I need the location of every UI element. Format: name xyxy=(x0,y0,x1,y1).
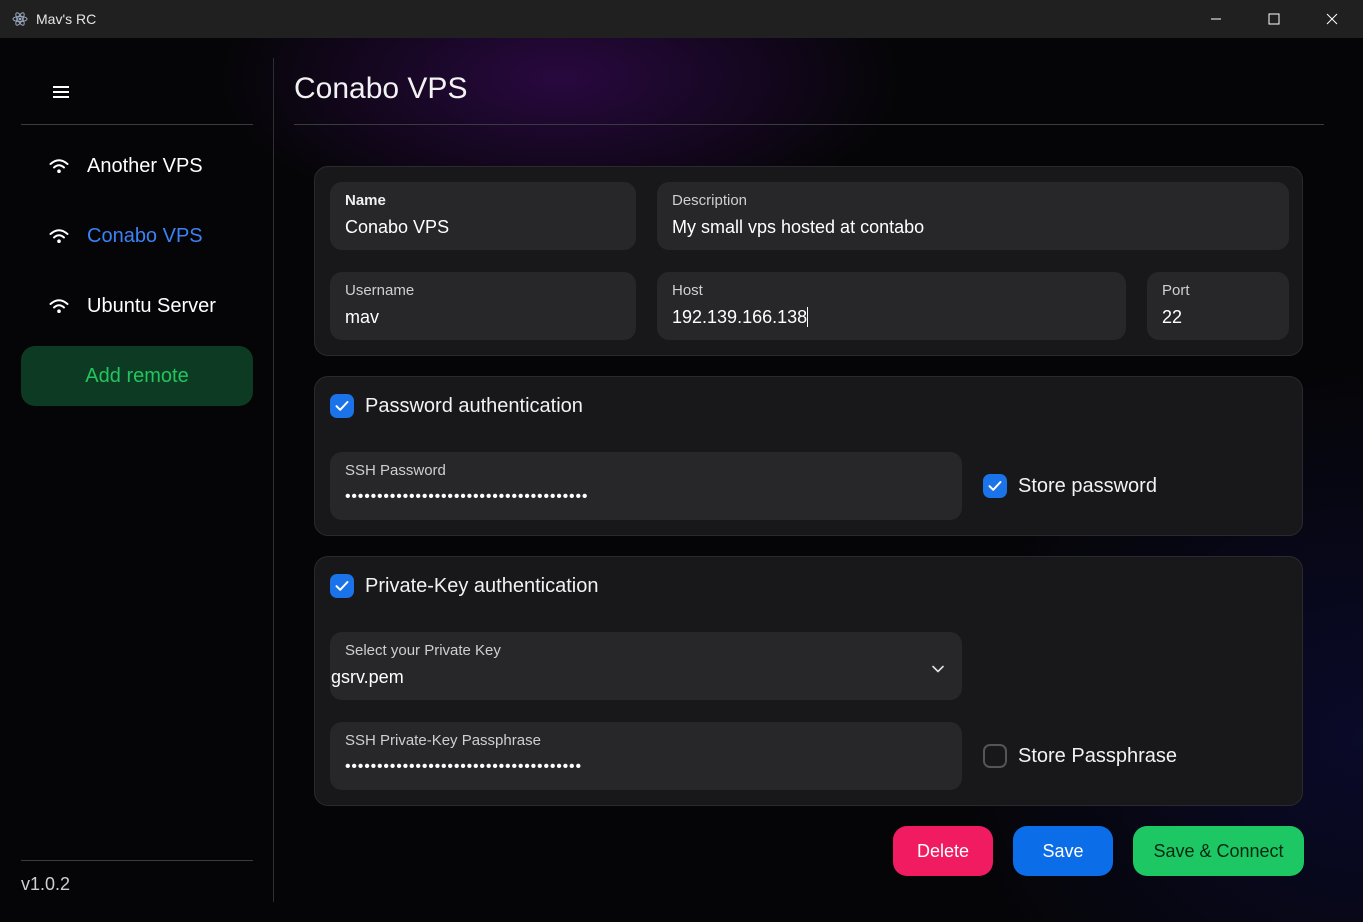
checkbox-checked-icon[interactable] xyxy=(330,574,354,598)
title-bar: Mav's RC xyxy=(0,0,1363,38)
private-key-auth-label: Private-Key authentication xyxy=(365,574,599,597)
wifi-icon xyxy=(49,157,71,175)
passphrase-label: SSH Private-Key Passphrase xyxy=(345,732,541,749)
port-field[interactable]: Port 22 xyxy=(1147,272,1289,340)
sidebar-item-ubuntu-server[interactable]: Ubuntu Server xyxy=(21,283,253,329)
ssh-password-field[interactable]: SSH Password •••••••••••••••••••••••••••… xyxy=(330,452,962,520)
save-and-connect-button[interactable]: Save & Connect xyxy=(1133,826,1304,876)
connection-card: Name Conabo VPS Description My small vps… xyxy=(314,166,1303,356)
username-label: Username xyxy=(345,282,415,299)
checkbox-unchecked-icon[interactable] xyxy=(983,744,1007,768)
wifi-icon xyxy=(49,297,71,315)
password-auth-card: Password authentication SSH Password •••… xyxy=(314,376,1303,536)
electron-icon xyxy=(12,11,28,27)
host-label: Host xyxy=(672,282,703,299)
hamburger-icon xyxy=(53,86,69,98)
sidebar-separator xyxy=(273,58,274,902)
username-field[interactable]: Username mav xyxy=(330,272,636,340)
sidebar-item-label: Ubuntu Server xyxy=(87,294,216,317)
close-button[interactable] xyxy=(1303,0,1361,38)
private-key-select-value: gsrv.pem xyxy=(331,667,404,687)
menu-button[interactable] xyxy=(47,78,75,106)
ssh-password-label: SSH Password xyxy=(345,462,446,479)
save-button[interactable]: Save xyxy=(1013,826,1113,876)
delete-button[interactable]: Delete xyxy=(893,826,993,876)
port-label: Port xyxy=(1162,282,1190,299)
wifi-icon xyxy=(49,227,71,245)
window-title: Mav's RC xyxy=(36,11,97,27)
private-key-auth-toggle[interactable]: Private-Key authentication xyxy=(330,574,598,598)
host-value-wrap: 192.139.166.138 xyxy=(672,307,809,328)
sidebar-divider xyxy=(21,124,253,125)
name-field[interactable]: Name Conabo VPS xyxy=(330,182,636,250)
passphrase-field[interactable]: SSH Private-Key Passphrase •••••••••••••… xyxy=(330,722,962,790)
store-password-label: Store password xyxy=(1018,474,1157,497)
host-field[interactable]: Host 192.139.166.138 xyxy=(657,272,1126,340)
close-icon xyxy=(1326,13,1338,25)
ssh-password-value: •••••••••••••••••••••••••••••••••••••• xyxy=(345,488,589,505)
store-password-toggle[interactable]: Store password xyxy=(983,474,1157,498)
sidebar-item-label: Conabo VPS xyxy=(87,224,203,247)
maximize-button[interactable] xyxy=(1245,0,1303,38)
description-field[interactable]: Description My small vps hosted at conta… xyxy=(657,182,1289,250)
chevron-down-icon xyxy=(932,660,944,678)
sidebar-item-another-vps[interactable]: Another VPS xyxy=(21,143,253,189)
minimize-icon xyxy=(1211,18,1221,20)
name-value: Conabo VPS xyxy=(345,217,450,237)
text-caret xyxy=(807,307,809,327)
title-divider xyxy=(294,124,1324,125)
password-auth-toggle[interactable]: Password authentication xyxy=(330,394,583,418)
port-value: 22 xyxy=(1162,307,1183,327)
sidebar-item-conabo-vps[interactable]: Conabo VPS xyxy=(21,213,253,259)
password-auth-label: Password authentication xyxy=(365,394,583,417)
description-label: Description xyxy=(672,192,748,209)
store-passphrase-toggle[interactable]: Store Passphrase xyxy=(983,744,1177,768)
checkbox-checked-icon[interactable] xyxy=(330,394,354,418)
add-remote-button[interactable]: Add remote xyxy=(21,346,253,406)
private-key-auth-card: Private-Key authentication Select your P… xyxy=(314,556,1303,806)
host-value: 192.139.166.138 xyxy=(672,307,808,327)
minimize-button[interactable] xyxy=(1187,0,1245,38)
private-key-select-label: Select your Private Key xyxy=(345,642,501,659)
private-key-select[interactable]: Select your Private Key gsrv.pem xyxy=(330,632,962,700)
version-label: v1.0.2 xyxy=(21,874,71,894)
sidebar-divider xyxy=(21,860,253,861)
checkbox-checked-icon[interactable] xyxy=(983,474,1007,498)
sidebar-item-label: Another VPS xyxy=(87,154,203,177)
store-passphrase-label: Store Passphrase xyxy=(1018,744,1177,767)
username-value: mav xyxy=(345,307,380,327)
maximize-icon xyxy=(1268,13,1280,25)
app-content: Another VPS Conabo VPS Ubuntu Server Add… xyxy=(0,38,1363,922)
passphrase-value: ••••••••••••••••••••••••••••••••••••• xyxy=(345,758,582,775)
description-value: My small vps hosted at contabo xyxy=(672,217,925,237)
name-label: Name xyxy=(345,192,386,209)
page-title: Conabo VPS xyxy=(294,72,468,105)
sidebar: Another VPS Conabo VPS Ubuntu Server Add… xyxy=(0,38,273,922)
